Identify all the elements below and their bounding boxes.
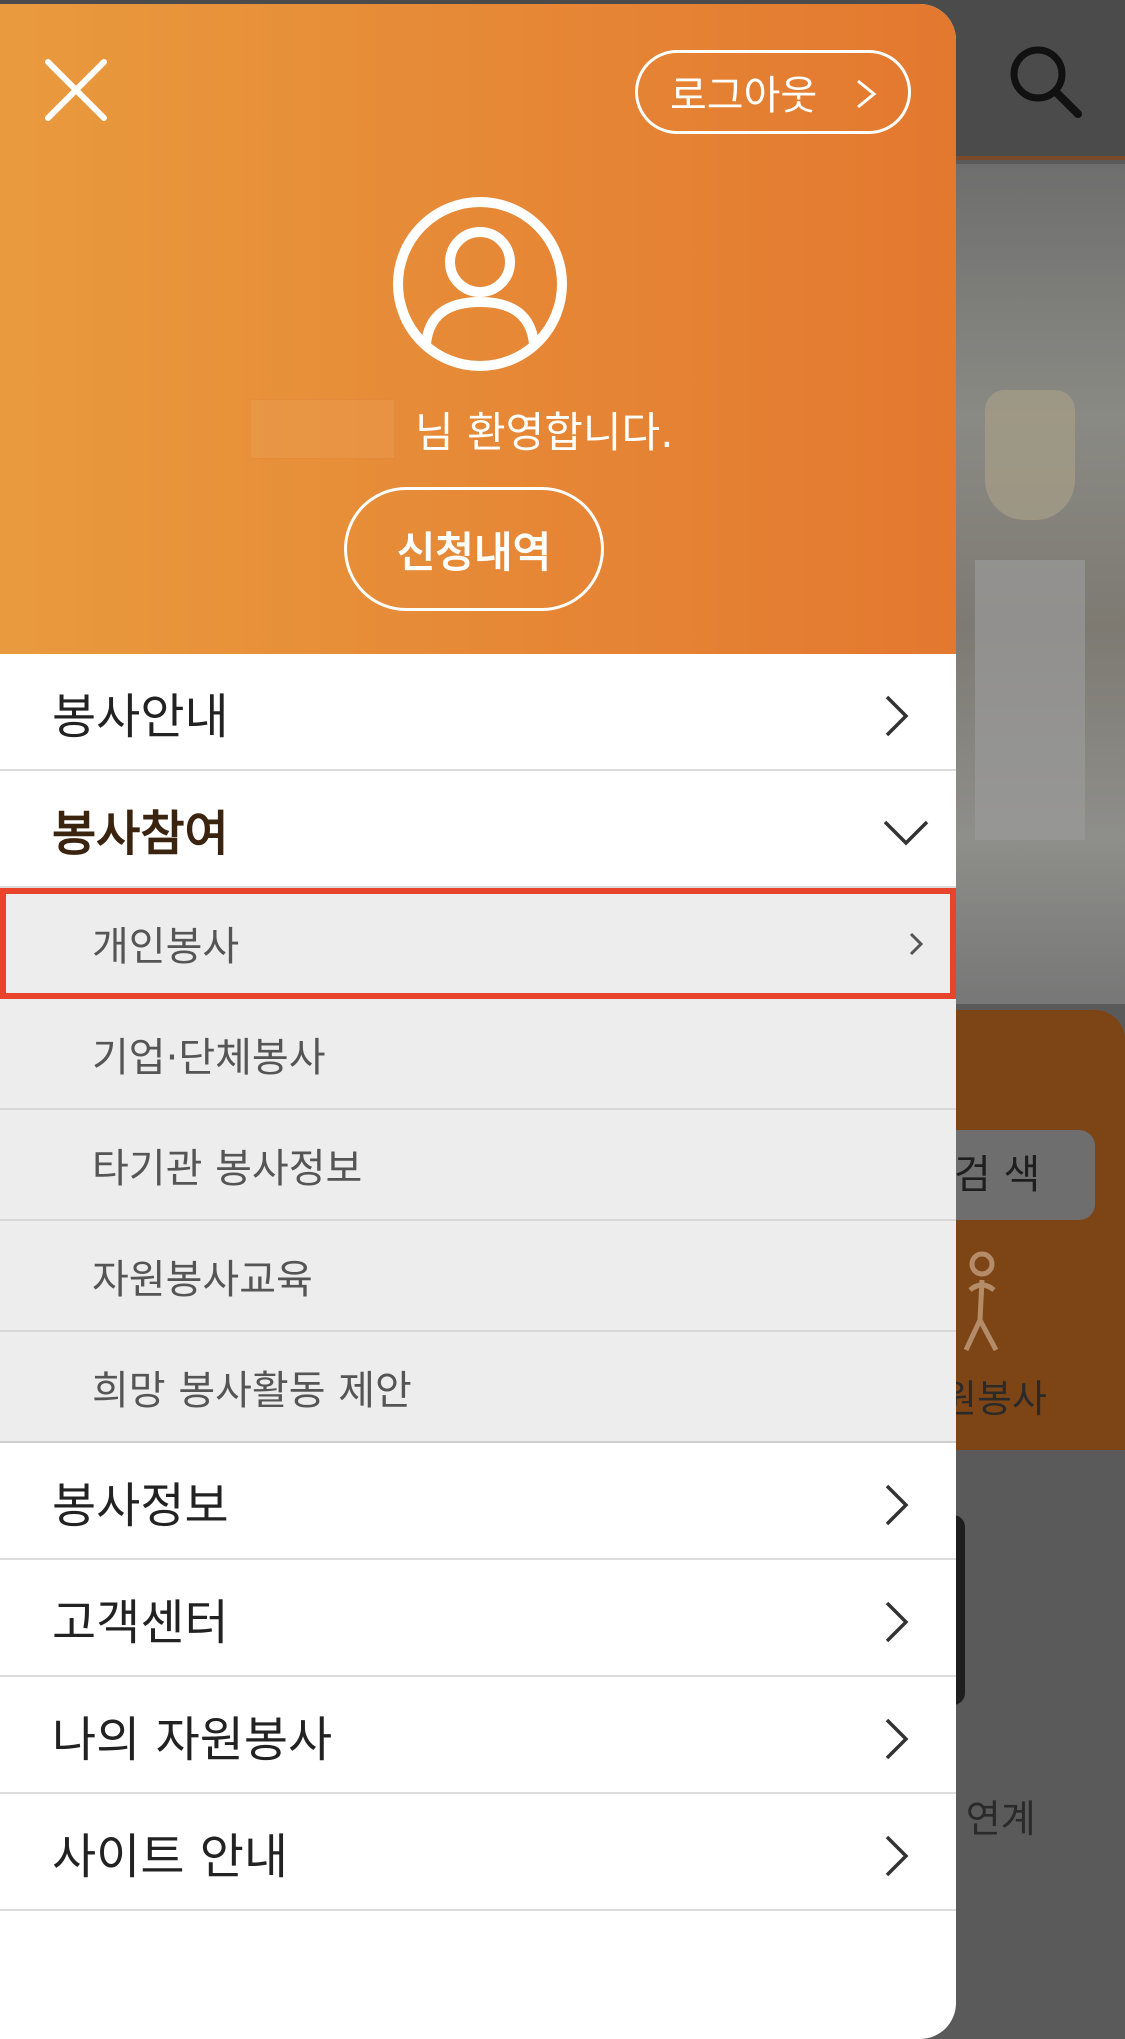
welcome-message: 님 환영합니다. bbox=[250, 399, 674, 459]
chevron-right-icon bbox=[909, 932, 924, 956]
menu-item-label: 나의 자원봉사 bbox=[52, 1711, 333, 1768]
submenu-item-label: 타기관 봉사정보 bbox=[92, 1145, 363, 1192]
menu-item-label: 봉사안내 bbox=[52, 688, 229, 745]
menu-item-site-guide[interactable]: 사이트 안내 bbox=[0, 1794, 956, 1911]
submenu-item-label: 기업·단체봉사 bbox=[92, 1034, 326, 1081]
menu-item-label: 고객센터 bbox=[52, 1594, 229, 1651]
submenu-item-individual-service[interactable]: 개인봉사 bbox=[0, 888, 956, 999]
logout-label: 로그아웃 bbox=[670, 73, 818, 119]
volunteer-figure-icon bbox=[963, 1251, 999, 1352]
menu-item-label: 봉사참여 bbox=[52, 805, 229, 862]
menu-item-my-volunteer[interactable]: 나의 자원봉사 bbox=[0, 1677, 956, 1794]
chevron-down-icon bbox=[883, 820, 929, 846]
search-icon[interactable] bbox=[1004, 40, 1084, 120]
submenu-item-label: 자원봉사교육 bbox=[92, 1256, 313, 1303]
chevron-right-icon bbox=[885, 695, 909, 737]
submenu-item-other-agency-info[interactable]: 타기관 봉사정보 bbox=[0, 1110, 956, 1221]
menu-item-service-guide[interactable]: 봉사안내 bbox=[0, 654, 956, 771]
plant-pot-image bbox=[985, 390, 1075, 520]
drawer-header: 로그아웃 님 환영합니다. 신청내역 bbox=[0, 4, 956, 654]
welcome-text: 님 환영합니다. bbox=[415, 407, 674, 457]
drawer-menu: 봉사안내 봉사참여 개인봉사 기업·단체봉사 타기관 봉사정보 자원봉사교육 희… bbox=[0, 654, 956, 1911]
chevron-right-icon bbox=[885, 1484, 909, 1526]
chevron-right-icon bbox=[857, 79, 877, 109]
side-drawer: 로그아웃 님 환영합니다. 신청내역 봉사안내 봉사참여 개인봉사 기업·단체봉… bbox=[0, 4, 956, 2039]
avatar-icon bbox=[393, 197, 567, 371]
plant-stand-image bbox=[975, 560, 1085, 840]
application-history-button[interactable]: 신청내역 bbox=[344, 487, 604, 611]
submenu-item-volunteer-education[interactable]: 자원봉사교육 bbox=[0, 1221, 956, 1332]
submenu-item-label: 개인봉사 bbox=[92, 923, 240, 970]
menu-item-service-info[interactable]: 봉사정보 bbox=[0, 1443, 956, 1560]
chevron-right-icon bbox=[885, 1601, 909, 1643]
close-icon[interactable] bbox=[44, 58, 108, 122]
background-search-button[interactable]: 검 색 bbox=[940, 1130, 1095, 1220]
menu-item-label: 사이트 안내 bbox=[52, 1828, 289, 1885]
submenu-service-participation: 개인봉사 기업·단체봉사 타기관 봉사정보 자원봉사교육 희망 봉사활동 제안 bbox=[0, 888, 956, 1443]
logout-button[interactable]: 로그아웃 bbox=[635, 50, 911, 134]
submenu-item-corporate-group-service[interactable]: 기업·단체봉사 bbox=[0, 999, 956, 1110]
submenu-item-activity-proposal[interactable]: 희망 봉사활동 제안 bbox=[0, 1332, 956, 1443]
submenu-item-label: 희망 봉사활동 제안 bbox=[92, 1367, 412, 1414]
user-name-placeholder bbox=[250, 399, 395, 459]
menu-item-service-participation[interactable]: 봉사참여 bbox=[0, 771, 956, 888]
menu-item-label: 봉사정보 bbox=[52, 1477, 229, 1534]
chevron-right-icon bbox=[885, 1835, 909, 1877]
menu-item-customer-center[interactable]: 고객센터 bbox=[0, 1560, 956, 1677]
chevron-right-icon bbox=[885, 1718, 909, 1760]
background-volunteer-label: 원봉사 bbox=[942, 1377, 1047, 1421]
